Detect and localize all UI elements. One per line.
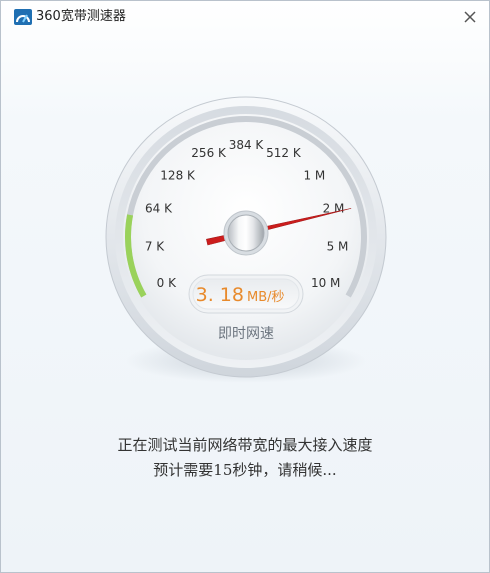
tick-label: 10 M [311,276,340,290]
tick-label: 1 M [303,168,325,182]
speed-gauge: 0 K 7 K 64 K 128 K 256 K 384 K 512 K 1 M… [105,96,387,383]
status-estimate: 预计需要15秒钟，请稍候... [153,461,337,479]
speed-caption: 即时网速 [218,326,274,342]
tick-label: 512 K [266,146,302,160]
needle-hub [227,214,265,252]
tick-label: 64 K [145,202,173,216]
speed-value: 3. 18 [196,284,244,306]
tick-label: 7 K [145,240,165,254]
status-message: 正在测试当前网络带宽的最大接入速度 [117,436,373,454]
tick-label: 0 K [157,276,177,290]
speed-unit: MB/秒 [247,290,285,305]
speedtest-window: 360宽带测速器 0 K 7 K 64 K 128 K 256 K 384 K … [0,0,490,573]
tick-label: 384 K [229,138,265,152]
tick-label: 256 K [191,146,227,160]
tick-label: 128 K [160,168,196,182]
tick-label: 5 M [327,240,349,254]
